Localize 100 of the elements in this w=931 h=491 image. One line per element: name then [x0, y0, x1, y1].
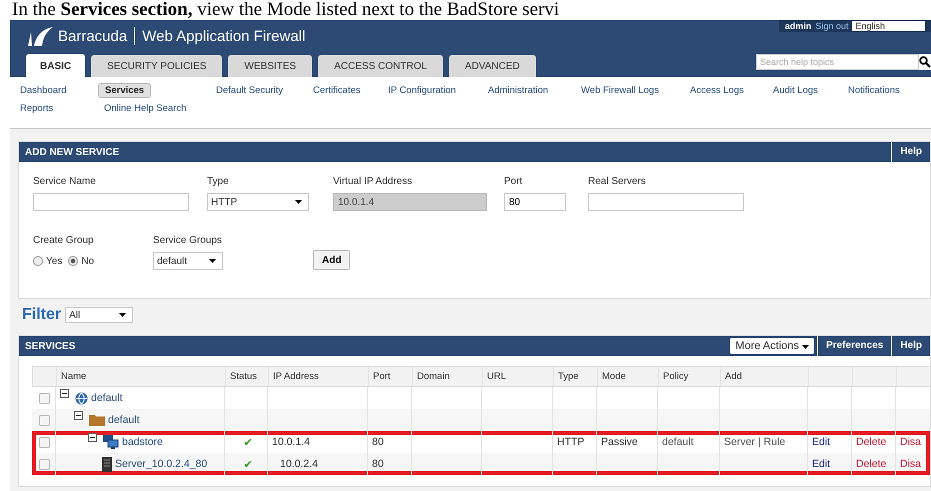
- more-actions-button[interactable]: More Actions: [730, 338, 814, 354]
- nav-tab[interactable]: ACCESS CONTROL: [318, 55, 443, 77]
- add-button[interactable]: Add: [313, 250, 350, 270]
- subnav-link[interactable]: Reports: [20, 103, 54, 114]
- caret-icon: [209, 259, 216, 263]
- sign-out-link[interactable]: Sign out: [815, 21, 848, 31]
- subnav-link[interactable]: Web Firewall Logs: [581, 85, 659, 96]
- field-label: Service Groups: [153, 235, 223, 246]
- column-header: Type: [554, 367, 598, 386]
- table-row[interactable]: badstore ✔ 10.0.1.4 80 HTTP Passive default Server | Rule Edit Delete Disa: [32, 431, 930, 453]
- nav-tab[interactable]: SECURITY POLICIES: [91, 55, 222, 77]
- brand-name: Barracuda: [58, 28, 128, 44]
- input-field[interactable]: 10.0.1.4: [333, 193, 487, 211]
- service-name[interactable]: badstore: [122, 436, 163, 448]
- row-action-link[interactable]: Edit: [812, 436, 830, 448]
- field-label: Create Group: [33, 235, 95, 246]
- column-header: Port: [369, 367, 413, 386]
- row-action-link[interactable]: Delete: [856, 436, 886, 448]
- field-label: Virtual IP Address: [333, 176, 414, 187]
- service-name[interactable]: default: [108, 414, 140, 426]
- add-rule-link[interactable]: Rule: [764, 436, 786, 448]
- folder-icon: [89, 414, 105, 426]
- type-select[interactable]: HTTP: [207, 193, 309, 211]
- panel-title: ADD NEW SERVICE: [24, 146, 120, 158]
- column-header: URL: [483, 367, 554, 386]
- subnav-link[interactable]: IP Configuration: [388, 85, 456, 96]
- collapse-icon[interactable]: [88, 433, 97, 442]
- port-number: 80: [372, 436, 384, 448]
- nav-tab[interactable]: BASIC: [26, 54, 86, 77]
- subnav-link[interactable]: Access Logs: [690, 85, 744, 96]
- input-field[interactable]: 80: [504, 193, 566, 211]
- row-action-link[interactable]: Delete: [856, 458, 886, 470]
- service-name[interactable]: default: [91, 392, 123, 404]
- caret-icon: [295, 200, 302, 204]
- column-header: Name: [57, 367, 226, 386]
- service-mode: Passive: [601, 436, 638, 448]
- row-checkbox[interactable]: [39, 392, 50, 404]
- ip-address: 10.0.2.4: [279, 458, 318, 470]
- collapse-icon[interactable]: [60, 389, 69, 398]
- field-label: Real Servers: [588, 176, 647, 187]
- filter-select[interactable]: All: [65, 307, 134, 323]
- field-label: Service Name: [33, 176, 97, 187]
- status-check-icon: ✔: [244, 458, 252, 470]
- search-icon: [919, 56, 931, 68]
- row-action-link[interactable]: Edit: [812, 458, 830, 470]
- search-field[interactable]: Search help topics: [756, 54, 931, 70]
- filter-label: Filter: [22, 306, 62, 324]
- row-checkbox[interactable]: [39, 414, 50, 426]
- subnav-link[interactable]: Audit Logs: [773, 85, 818, 96]
- link-separator: |: [758, 436, 761, 448]
- input-field[interactable]: [33, 193, 189, 211]
- computers-icon: [103, 435, 119, 449]
- help-button[interactable]: Help: [891, 336, 930, 356]
- subnav-link[interactable]: Online Help Search: [104, 103, 186, 114]
- status-check-icon: ✔: [244, 436, 252, 448]
- nav-tab[interactable]: WEBSITES: [228, 55, 312, 77]
- row-checkbox[interactable]: [39, 458, 50, 470]
- preferences-button[interactable]: Preferences: [817, 336, 892, 356]
- nav-tab[interactable]: ADVANCED: [448, 55, 536, 77]
- subnav-link[interactable]: Certificates: [313, 85, 361, 96]
- subnav-link[interactable]: Services: [98, 83, 152, 98]
- table-row[interactable]: default: [32, 409, 930, 431]
- column-header: Policy: [659, 367, 721, 386]
- row-checkbox[interactable]: [39, 436, 50, 448]
- subnav-link[interactable]: Administration: [488, 85, 548, 96]
- input-field[interactable]: [588, 193, 744, 211]
- column-header: Mode: [598, 367, 659, 386]
- policy-name: default: [662, 436, 694, 448]
- language-select[interactable]: English: [852, 21, 925, 31]
- fin-logo-icon: [26, 26, 54, 46]
- user-name: admin: [784, 21, 812, 31]
- subnav-link[interactable]: Default Security: [216, 85, 284, 96]
- radio-option[interactable]: No: [68, 256, 94, 266]
- column-header: IP Address: [269, 367, 369, 386]
- add-server-link[interactable]: Server: [724, 436, 755, 448]
- subnav-link[interactable]: Dashboard: [20, 85, 66, 96]
- row-action-link[interactable]: Disa: [900, 436, 922, 448]
- row-action-link[interactable]: Disa: [900, 458, 922, 470]
- caret-icon: [802, 345, 810, 349]
- radio-option[interactable]: Yes: [33, 256, 62, 266]
- product-name: Web Application Firewall: [142, 28, 306, 44]
- caret-icon: [119, 313, 126, 317]
- column-header: Add: [721, 367, 809, 386]
- ip-address: 10.0.1.4: [272, 436, 310, 448]
- collapse-icon[interactable]: [74, 411, 83, 420]
- globe-icon: [75, 392, 88, 404]
- column-header: Domain: [413, 367, 483, 386]
- server-icon: [102, 456, 112, 472]
- instruction-text: In the Services section, view the Mode listed next to the BadStore servi: [11, 0, 560, 20]
- subnav-link[interactable]: Notifications: [848, 85, 900, 96]
- service-groups-select[interactable]: default: [153, 252, 223, 270]
- field-label: Type: [207, 176, 230, 187]
- field-label: Port: [504, 176, 524, 187]
- table-row[interactable]: Server_10.0.2.4_80 ✔ 10.0.2.4 80 Edit Delete Disa: [32, 453, 930, 475]
- column-header: Status: [226, 367, 269, 386]
- service-type: HTTP: [557, 436, 584, 448]
- service-name[interactable]: Server_10.0.2.4_80: [115, 458, 208, 470]
- help-button[interactable]: Help: [891, 142, 930, 162]
- port-number: 80: [372, 458, 384, 470]
- panel-title: SERVICES: [24, 340, 76, 352]
